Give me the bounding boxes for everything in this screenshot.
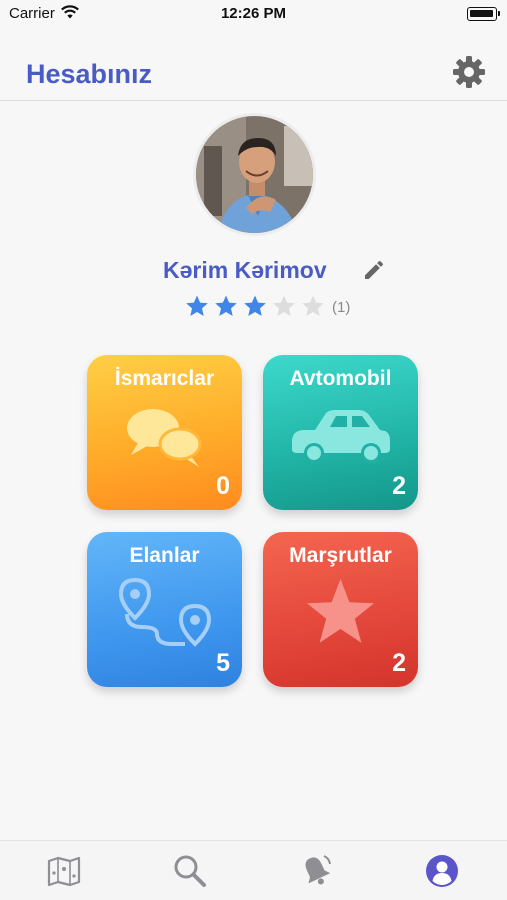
tile-count: 0 — [216, 472, 230, 500]
map-icon — [47, 856, 81, 887]
tab-search[interactable] — [127, 841, 253, 900]
user-name: Kərim Kərimov — [163, 257, 327, 283]
star-empty-icon — [273, 295, 295, 316]
star-filled-icon — [186, 295, 208, 316]
tab-bar — [0, 840, 507, 900]
gear-icon[interactable] — [451, 54, 487, 90]
tile-label: Elanlar — [129, 544, 200, 567]
profile-icon — [426, 855, 458, 887]
star-empty-icon — [302, 295, 324, 316]
avatar[interactable] — [193, 113, 316, 236]
star-filled-icon — [215, 295, 237, 316]
star-icon — [307, 579, 374, 643]
tile-label: İsmarıclar — [114, 367, 215, 390]
tab-map[interactable] — [1, 841, 127, 900]
page-title: Hesabınız — [26, 59, 153, 89]
notification-bell-icon — [305, 855, 331, 885]
rating-count: (1) — [332, 299, 351, 316]
routes-tile[interactable]: Marşrutlar 2 — [263, 532, 418, 687]
tile-label: Avtomobil — [289, 367, 392, 390]
tile-count: 2 — [392, 472, 406, 500]
tab-profile[interactable] — [379, 841, 505, 900]
tile-count: 2 — [392, 649, 406, 677]
car-tile[interactable]: Avtomobil 2 — [263, 355, 418, 510]
tab-notifications[interactable] — [253, 841, 379, 900]
tile-count: 5 — [216, 649, 230, 677]
avatar-photo — [196, 116, 313, 233]
status-bar: Carrier 12:26 PM — [0, 0, 507, 28]
navigation-bar: Hesabınız — [0, 28, 507, 101]
star-filled-icon — [244, 295, 266, 316]
pencil-icon[interactable] — [362, 258, 386, 282]
ads-tile[interactable]: Elanlar 5 — [87, 532, 242, 687]
search-icon — [174, 855, 206, 887]
chat-bubbles-icon — [127, 409, 202, 467]
car-icon — [292, 410, 390, 463]
messages-tile[interactable]: İsmarıclar 0 — [87, 355, 242, 510]
status-time: 12:26 PM — [220, 5, 287, 22]
battery-icon — [467, 7, 500, 21]
tile-label: Marşrutlar — [289, 544, 392, 567]
route-pins-icon — [118, 577, 212, 647]
